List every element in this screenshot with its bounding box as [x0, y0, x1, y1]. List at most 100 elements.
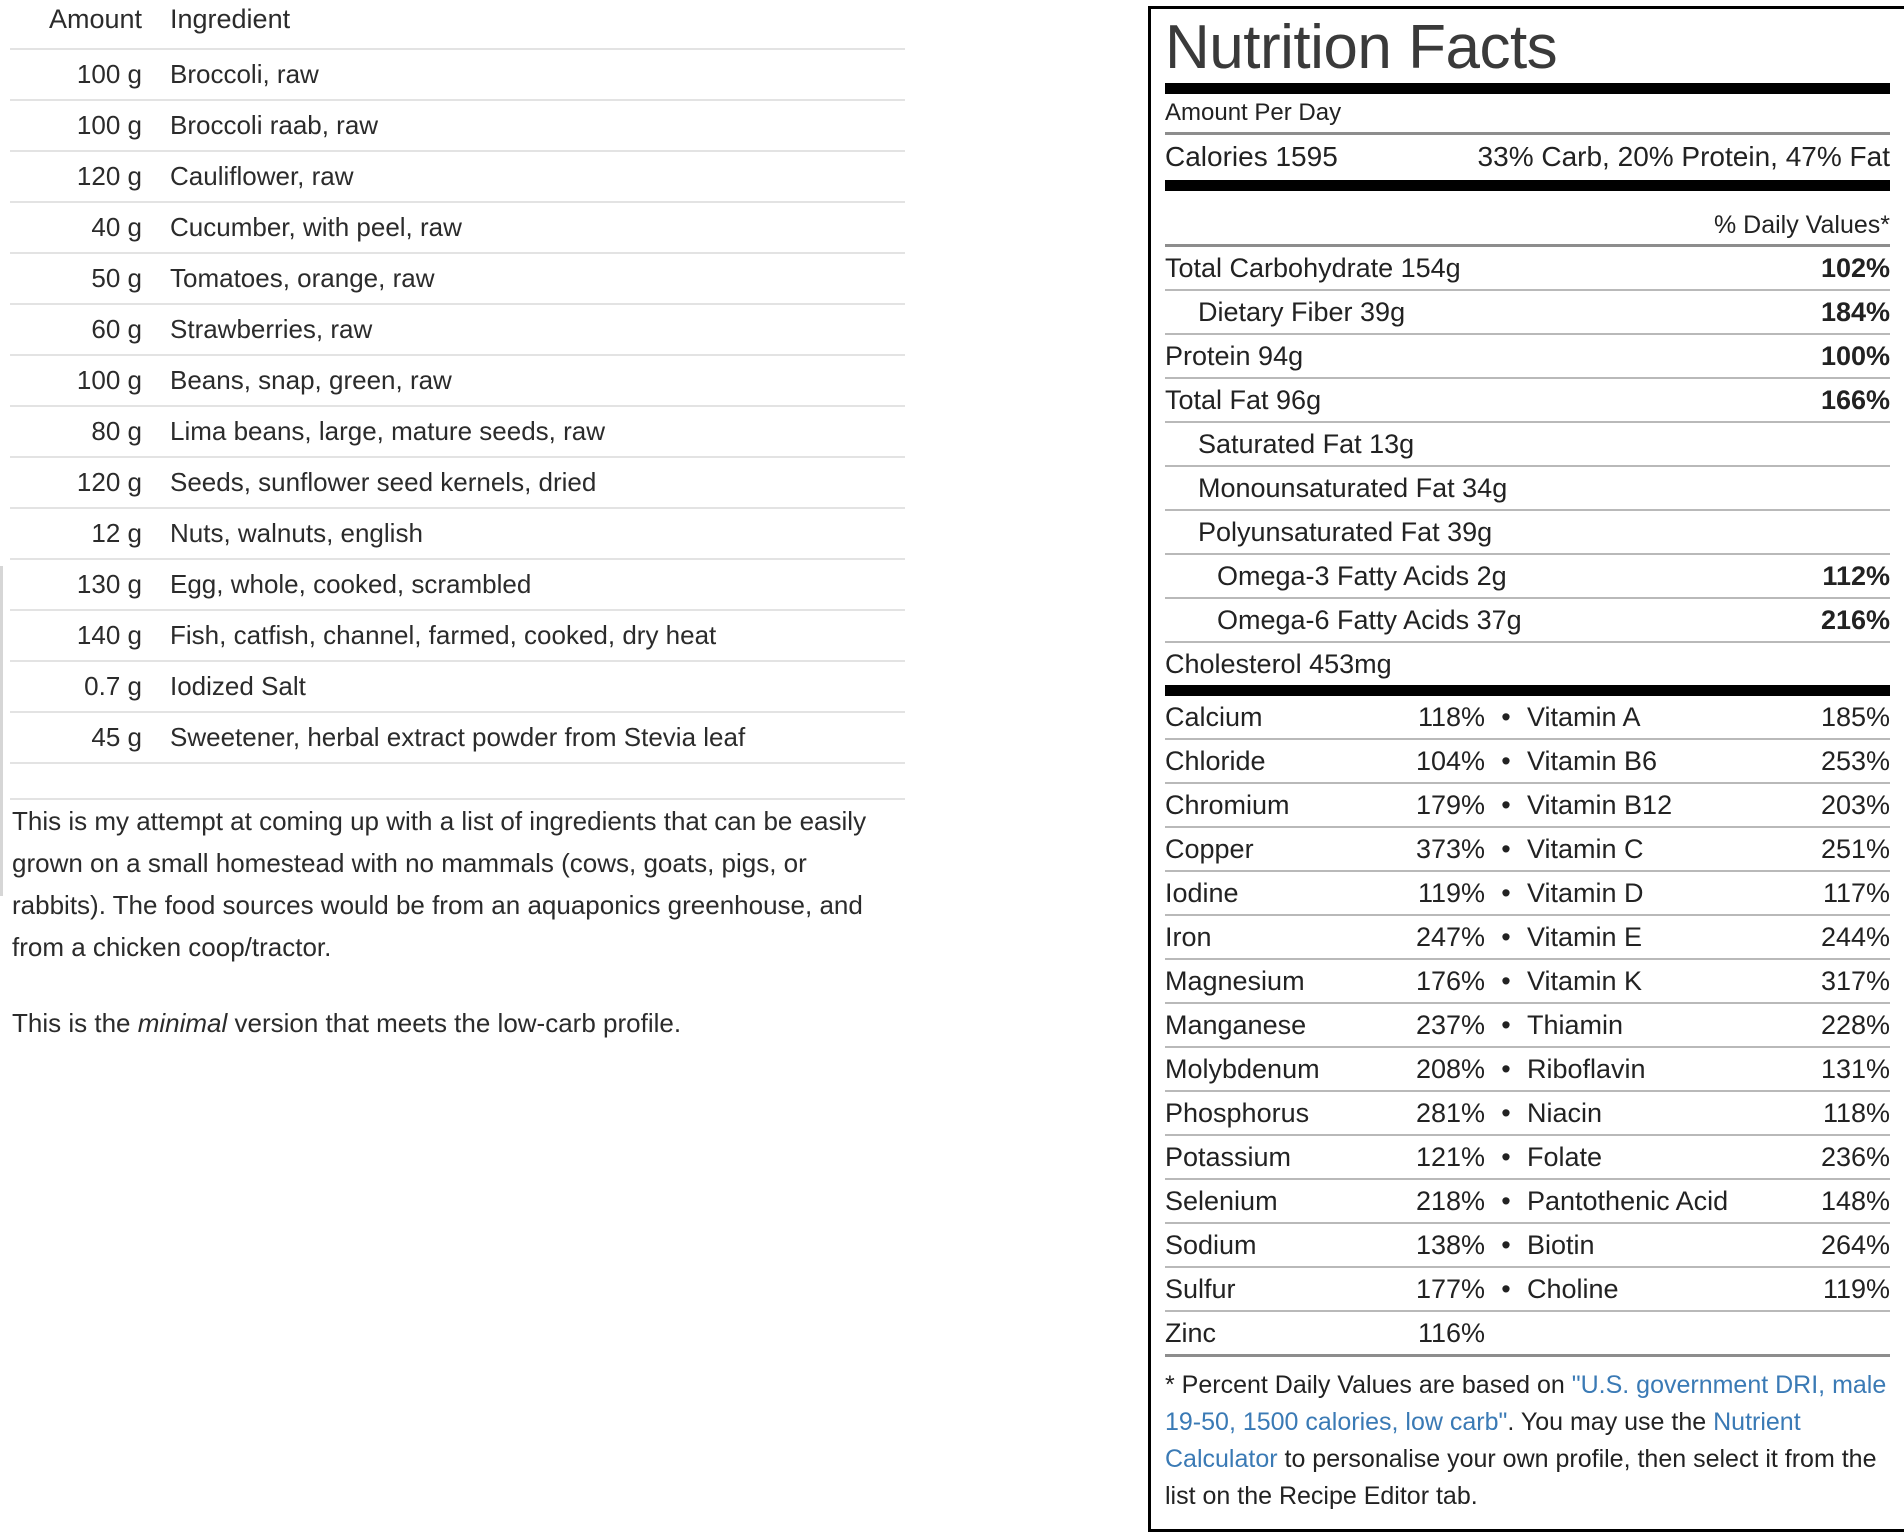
calories-label-and-value: Calories 1595 [1165, 136, 1338, 178]
ingredient-name: Strawberries, raw [160, 303, 905, 355]
ingredients-body: 100 g Broccoli, raw 100 g Broccoli raab, ra… [10, 48, 905, 801]
micronutrient-row: Molybdenum 208% • Riboflavin 131% [1165, 1048, 1890, 1090]
ingredient-name: Cauliflower, raw [160, 150, 905, 202]
table-empty-row [10, 762, 905, 799]
ingredient-name: Cucumber, with peel, raw [160, 201, 905, 253]
micronutrient-row: Zinc 116% [1165, 1312, 1890, 1354]
micronutrient-name: Sodium [1165, 1230, 1257, 1261]
notes-p2-emphasis: minimal [137, 1008, 228, 1038]
ingredient-amount: 100 g [10, 354, 160, 406]
micronutrient-daily-value: 138% [1415, 1230, 1485, 1261]
table-row[interactable]: 40 g Cucumber, with peel, raw [10, 201, 905, 253]
ingredient-name: Iodized Salt [160, 660, 905, 712]
micronutrient-name-secondary: Biotin [1527, 1230, 1595, 1261]
nutrient-daily-value: 112% [1822, 561, 1890, 592]
amount-per-day-label: Amount Per Day [1165, 99, 1342, 127]
micronutrient-daily-value: 208% [1415, 1054, 1485, 1085]
nutrient-row: Omega-3 Fatty Acids 2g 112% [1165, 555, 1890, 597]
table-row[interactable]: 60 g Strawberries, raw [10, 303, 905, 355]
bullet-separator-icon: • [1501, 878, 1511, 909]
table-header-row: Amount Ingredient [10, 0, 905, 49]
micronutrient-daily-value: 247% [1415, 922, 1485, 953]
micronutrient-daily-value: 177% [1415, 1274, 1485, 1305]
nutrient-daily-value: 102% [1820, 253, 1890, 284]
table-row[interactable]: 100 g Beans, snap, green, raw [10, 354, 905, 406]
calories-value: 1595 [1275, 141, 1338, 173]
ingredient-amount: 50 g [10, 252, 160, 304]
table-row[interactable]: 100 g Broccoli, raw [10, 48, 905, 100]
micronutrient-name-secondary: Thiamin [1527, 1010, 1624, 1041]
micronutrient-name-secondary: Niacin [1527, 1098, 1603, 1129]
nutrient-label: Protein 94g [1165, 341, 1304, 372]
empty-cell-amount [10, 762, 160, 799]
ingredient-name: Tomatoes, orange, raw [160, 252, 905, 304]
micronutrient-name-secondary: Vitamin A [1527, 702, 1641, 733]
micronutrient-daily-value-secondary: 317% [1820, 966, 1890, 997]
micronutrient-daily-value-secondary: 236% [1820, 1142, 1890, 1173]
micronutrient-daily-value-secondary: 251% [1820, 834, 1890, 865]
table-row[interactable]: 120 g Seeds, sunflower seed kernels, drie… [10, 456, 905, 508]
nf-rule-thick-under-nutrients [1165, 685, 1890, 697]
bullet-separator-icon: • [1501, 1230, 1511, 1261]
micronutrient-name: Manganese [1165, 1010, 1307, 1041]
nutrient-daily-value: 100% [1820, 341, 1890, 372]
micronutrient-daily-value-secondary: 203% [1820, 790, 1890, 821]
ingredient-amount: 40 g [10, 201, 160, 253]
table-row[interactable]: 12 g Nuts, walnuts, english [10, 507, 905, 559]
micronutrient-daily-value: 373% [1415, 834, 1485, 865]
micronutrient-daily-value: 116% [1417, 1318, 1485, 1349]
table-row[interactable]: 140 g Fish, catfish, channel, farmed, coo… [10, 609, 905, 661]
table-row[interactable]: 45 g Sweetener, herbal extract powder fro… [10, 711, 905, 763]
nf-rule-thick-under-calories [1165, 180, 1890, 192]
micronutrient-name-secondary: Vitamin B12 [1527, 790, 1673, 821]
ingredient-name: Egg, whole, cooked, scrambled [160, 558, 905, 610]
nutrition-facts-title: Nutrition Facts [1165, 13, 1558, 82]
micronutrient-row: Sulfur 177% • Choline 119% [1165, 1268, 1890, 1310]
ingredient-amount: 120 g [10, 150, 160, 202]
notes-p2-before: This is the [12, 1008, 138, 1038]
micronutrient-daily-value-secondary: 148% [1820, 1186, 1890, 1217]
table-row[interactable]: 80 g Lima beans, large, mature seeds, raw [10, 405, 905, 457]
micronutrient-name: Copper [1165, 834, 1254, 865]
bullet-separator-icon: • [1501, 834, 1511, 865]
table-row[interactable]: 130 g Egg, whole, cooked, scrambled [10, 558, 905, 610]
table-row[interactable]: 100 g Broccoli raab, raw [10, 99, 905, 151]
nutrient-daily-value: 216% [1820, 605, 1890, 636]
micronutrient-daily-value: 121% [1415, 1142, 1485, 1173]
ingredient-amount: 120 g [10, 456, 160, 508]
micronutrient-name-secondary: Vitamin D [1527, 878, 1644, 909]
ingredient-amount: 140 g [10, 609, 160, 661]
micronutrient-row: Magnesium 176% • Vitamin K 317% [1165, 960, 1890, 1002]
micronutrient-daily-value-secondary: 131% [1820, 1054, 1890, 1085]
ingredient-name: Nuts, walnuts, english [160, 507, 905, 559]
micronutrient-row: Phosphorus 281% • Niacin 118% [1165, 1092, 1890, 1134]
column-header-amount: Amount [48, 4, 142, 34]
table-row[interactable]: 120 g Cauliflower, raw [10, 150, 905, 202]
ingredient-name: Beans, snap, green, raw [160, 354, 905, 406]
micronutrient-name: Calcium [1165, 702, 1263, 733]
column-header-ingredient: Ingredient [170, 4, 291, 34]
micronutrient-name-secondary: Vitamin K [1527, 966, 1643, 997]
micronutrient-daily-value-secondary: 118% [1822, 1098, 1890, 1129]
bullet-separator-icon: • [1501, 1098, 1511, 1129]
table-row[interactable]: 50 g Tomatoes, orange, raw [10, 252, 905, 304]
nutrient-row: Saturated Fat 13g [1165, 423, 1890, 465]
table-row[interactable]: 0.7 g Iodized Salt [10, 660, 905, 712]
notes-paragraph-1: This is my attempt at coming up with a l… [12, 806, 867, 962]
nutrient-row: Cholesterol 453mg [1165, 643, 1890, 685]
nutrient-row: Omega-6 Fatty Acids 37g 216% [1165, 599, 1890, 641]
nutrient-label: Omega-3 Fatty Acids 2g [1217, 561, 1507, 592]
micronutrient-name-secondary: Riboflavin [1527, 1054, 1646, 1085]
ingredient-name: Lima beans, large, mature seeds, raw [160, 405, 905, 457]
micronutrient-name-secondary: Folate [1527, 1142, 1603, 1173]
calories-label: Calories [1165, 141, 1268, 173]
ingredient-amount: 12 g [10, 507, 160, 559]
nutrient-label: Saturated Fat 13g [1198, 429, 1415, 460]
micronutrient-row: Potassium 121% • Folate 236% [1165, 1136, 1890, 1178]
micronutrient-name-secondary: Pantothenic Acid [1527, 1186, 1729, 1217]
micronutrient-name-secondary: Vitamin C [1527, 834, 1644, 865]
micronutrient-name: Iron [1165, 922, 1212, 953]
daily-values-header: % Daily Values* [1713, 211, 1890, 240]
micronutrient-daily-value-secondary: 117% [1822, 878, 1890, 909]
macro-split: 33% Carb, 20% Protein, 47% Fat [1477, 141, 1890, 173]
